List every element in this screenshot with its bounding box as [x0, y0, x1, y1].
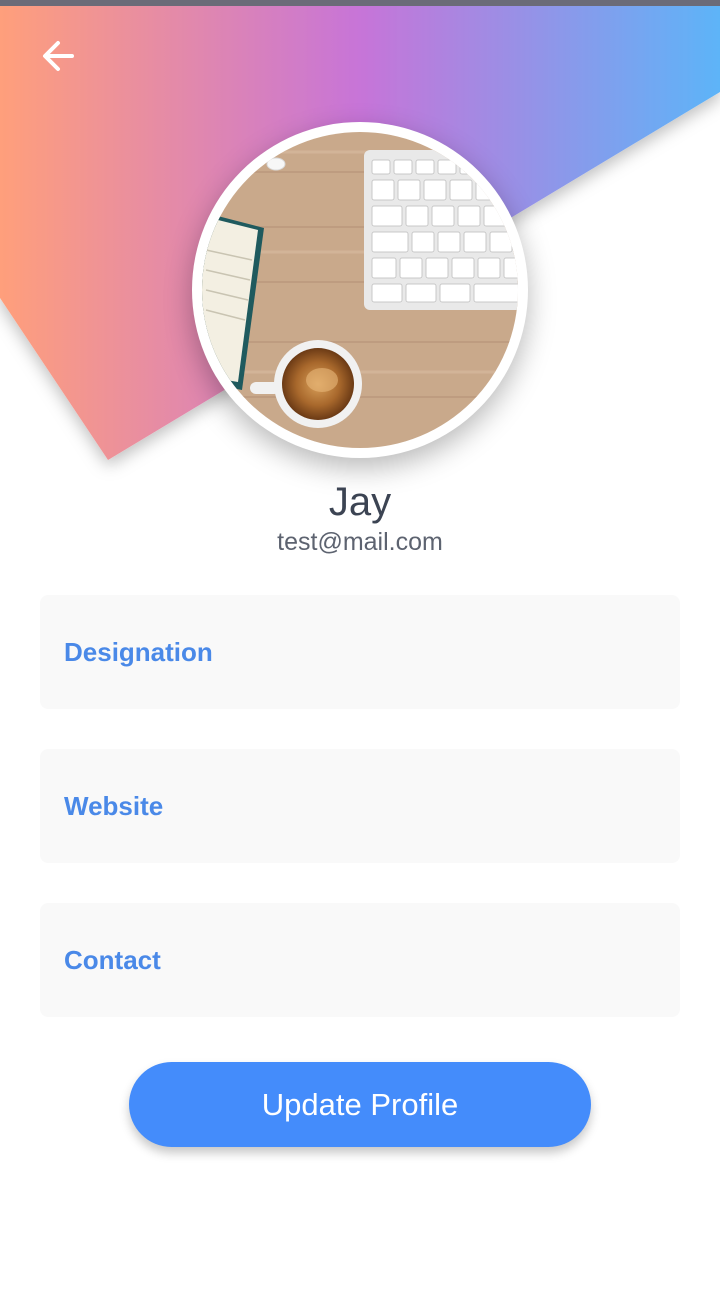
designation-field[interactable]: Designation	[40, 595, 680, 709]
back-button[interactable]	[32, 30, 84, 82]
contact-field[interactable]: Contact	[40, 903, 680, 1017]
website-field[interactable]: Website	[40, 749, 680, 863]
avatar-photo	[202, 132, 518, 448]
arrow-left-icon	[43, 41, 74, 71]
contact-label: Contact	[64, 944, 161, 975]
status-bar	[0, 0, 720, 6]
profile-email: test@mail.com	[277, 528, 443, 556]
avatar[interactable]	[192, 122, 528, 458]
designation-label: Designation	[64, 636, 213, 667]
profile-name: Jay	[328, 480, 392, 524]
edit-profile-screen: Jay test@mail.com Designation Website Co…	[0, 0, 720, 1295]
update-profile-button[interactable]: Update Profile	[129, 1062, 591, 1147]
website-label: Website	[64, 790, 164, 821]
